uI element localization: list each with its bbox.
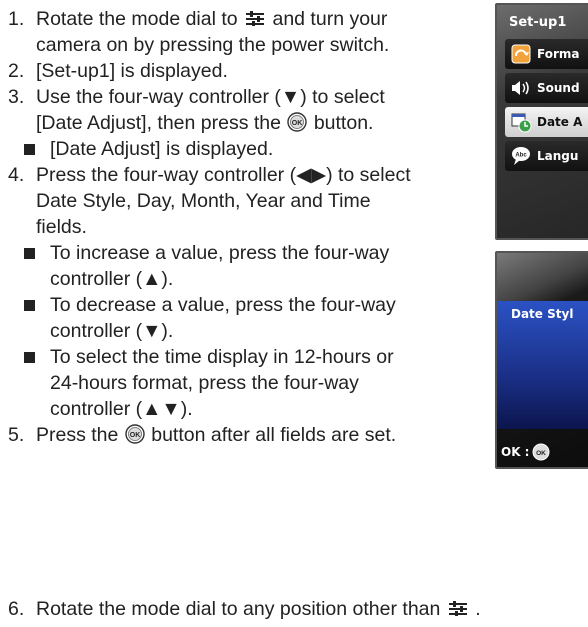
step-text: Rotate the mode dial to — [36, 8, 238, 30]
bullet-square-icon — [24, 300, 35, 311]
setup-mode-icon — [448, 601, 467, 616]
step-3: 3. Use the four-way controller (▼) to se… — [8, 84, 413, 136]
step-4: 4. Press the four-way controller (◀▶) to… — [8, 162, 413, 240]
bullet-square-icon — [24, 144, 35, 155]
step-text: Press the four-way controller (◀▶) to se… — [36, 164, 411, 238]
instruction-steps: 1. Rotate the mode dial to and turn your… — [8, 6, 413, 448]
menu-item-label: Date A — [537, 115, 583, 129]
sub-step: To increase a value, press the four-way … — [8, 240, 413, 292]
svg-text:OK: OK — [292, 120, 303, 127]
bullet-square-icon — [24, 352, 35, 363]
svg-text:Abc: Abc — [515, 153, 527, 159]
bullet-square-icon — [24, 248, 35, 259]
menu-item-date-adjust: Date A — [505, 107, 588, 137]
step-number: 5. — [8, 424, 25, 446]
step-6: 6. Rotate the mode dial to any position … — [8, 596, 481, 622]
svg-text:OK: OK — [537, 450, 547, 457]
ok-hint-label: OK : — [501, 445, 530, 459]
step-text: button. — [313, 112, 374, 134]
sub-step-text: [Date Adjust] is displayed. — [50, 138, 274, 160]
step-number: 2. — [8, 60, 25, 82]
sub-step: To decrease a value, press the four-way … — [8, 292, 413, 344]
menu-item-sound: Sound — [505, 73, 588, 103]
setup-menu-screenshot: Set-up1 Forma Sound Date A Abc Langu — [495, 3, 588, 240]
menu-item-format: Forma — [505, 39, 588, 69]
sub-step: To select the time display in 12-hours o… — [8, 344, 413, 422]
step-2: 2. [Set-up1] is displayed. — [8, 58, 413, 84]
date-adjust-icon — [511, 113, 532, 133]
svg-text:OK: OK — [130, 432, 141, 439]
sub-step-text: To increase a value, press the four-way … — [50, 242, 390, 290]
menu-item-label: Sound — [537, 81, 580, 95]
step-number: 6. — [8, 598, 25, 620]
step-number: 1. — [8, 8, 25, 30]
date-style-label: Date Styl — [511, 307, 574, 321]
sub-step-text: To select the time display in 12-hours o… — [50, 346, 394, 420]
ok-button-icon: OK — [287, 112, 308, 132]
menu-item-label: Forma — [537, 47, 580, 61]
sub-step-text: To decrease a value, press the four-way … — [50, 294, 396, 342]
setup-mode-icon — [246, 11, 265, 26]
sound-icon — [512, 81, 529, 95]
ok-button-icon: OK — [532, 443, 550, 461]
step-1: 1. Rotate the mode dial to and turn your… — [8, 6, 413, 58]
step-text: . — [475, 598, 481, 620]
step-number: 4. — [8, 164, 25, 186]
menu-title: Set-up1 — [509, 15, 567, 30]
ok-button-icon: OK — [125, 424, 145, 444]
format-icon — [511, 44, 531, 64]
step-number: 3. — [8, 86, 25, 108]
menu-item-label: Langu — [537, 149, 579, 163]
language-icon: Abc — [512, 147, 530, 165]
menu-item-language: Abc Langu — [505, 141, 588, 171]
step-text: [Set-up1] is displayed. — [36, 60, 228, 82]
date-adjust-screenshot: Date Styl OK : OK — [495, 251, 588, 469]
step-text: Press the — [36, 424, 119, 446]
step-text: button after all fields are set. — [151, 424, 397, 446]
ok-hint: OK : OK — [501, 443, 550, 461]
step-5: 5. Press the OK button after all fields … — [8, 422, 413, 448]
step-text: Rotate the mode dial to any position oth… — [36, 598, 441, 620]
sub-step: [Date Adjust] is displayed. — [8, 136, 413, 162]
